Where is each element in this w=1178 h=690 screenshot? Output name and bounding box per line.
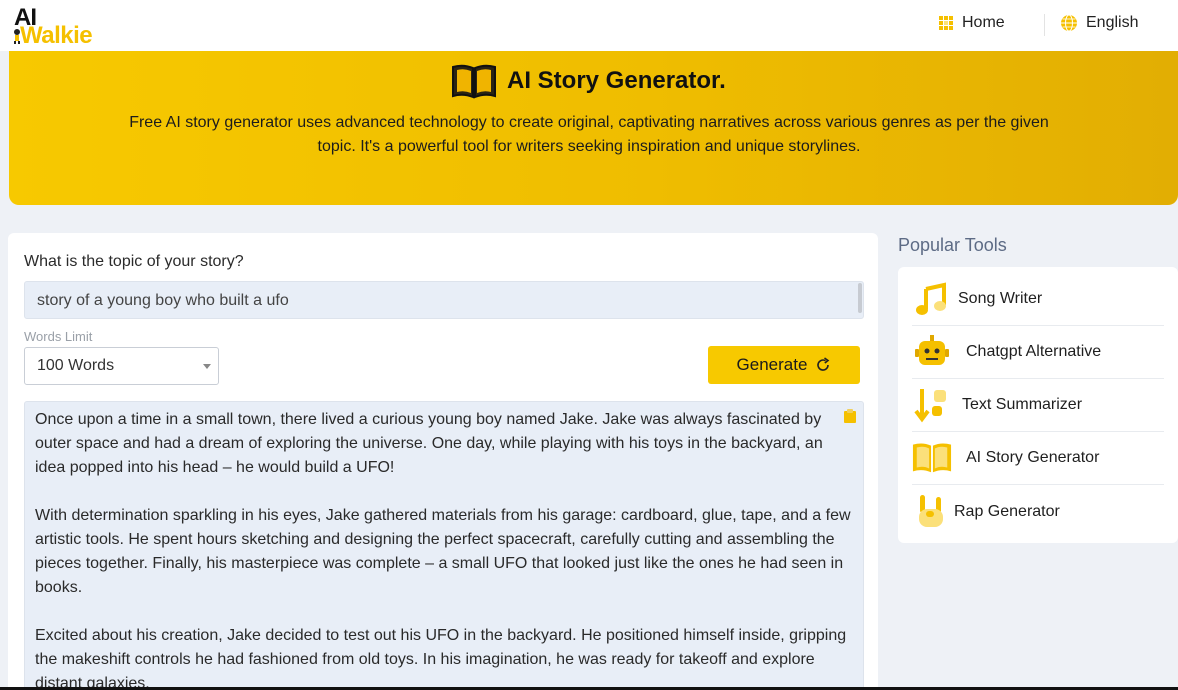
music-note-icon: [912, 279, 952, 319]
words-limit-label: Words Limit: [24, 329, 93, 344]
words-limit-value: 100 Words: [37, 357, 115, 374]
rock-hand-icon: [912, 492, 952, 532]
summarize-icon: [912, 385, 952, 425]
robot-icon: [912, 332, 952, 372]
tool-ai-story-generator[interactable]: AI Story Generator: [912, 432, 1164, 485]
generate-label: Generate: [736, 355, 808, 374]
story-paragraph: Excited about his creation, Jake decided…: [35, 627, 847, 690]
tool-song-writer[interactable]: Song Writer: [912, 273, 1164, 326]
tool-label: Song Writer: [958, 290, 1043, 307]
top-nav-bar: AI Walkie Home English: [0, 0, 1178, 51]
refresh-icon: [817, 357, 830, 371]
chevron-down-icon: [203, 364, 211, 369]
tool-label: Rap Generator: [954, 502, 1060, 520]
logo-walkie-text: Walkie: [20, 22, 93, 49]
story-generator-form: What is the topic of your story? story o…: [8, 233, 878, 690]
globe-icon: [1061, 14, 1077, 32]
popular-tools-list: Song Writer Chatgpt Alternative Text Sum…: [898, 267, 1178, 543]
generate-button[interactable]: Generate: [708, 346, 860, 384]
nav-home-link[interactable]: Home: [938, 14, 1005, 32]
copy-icon[interactable]: [843, 408, 857, 424]
story-paragraph: Once upon a time in a small town, there …: [35, 411, 823, 476]
hero-description: Free AI story generator uses advanced te…: [129, 114, 1049, 155]
popular-tools-title: Popular Tools: [898, 235, 1007, 255]
words-limit-select[interactable]: 100 Words: [24, 347, 219, 385]
book-icon: [912, 438, 952, 478]
story-paragraph: With determination sparkling in his eyes…: [35, 507, 851, 596]
hero-title-row: AI Story Generator.: [451, 63, 726, 99]
aiwalkie-logo[interactable]: AI Walkie: [12, 4, 104, 49]
grid-icon: [939, 16, 953, 30]
topic-input[interactable]: story of a young boy who built a ufo: [24, 281, 864, 319]
topic-label: What is the topic of your story?: [24, 253, 244, 270]
tool-label: Text Summarizer: [962, 396, 1083, 413]
hero-banner: AI Story Generator. Free AI story genera…: [9, 51, 1178, 205]
book-icon: [452, 64, 496, 99]
tool-label: AI Story Generator: [966, 449, 1100, 466]
tool-rap-generator[interactable]: Rap Generator: [912, 485, 1164, 538]
nav-home-label: Home: [962, 14, 1005, 31]
story-output[interactable]: Once upon a time in a small town, there …: [24, 401, 864, 690]
nav-divider: [1044, 14, 1045, 36]
language-label: English: [1086, 14, 1139, 31]
topic-scrollbar[interactable]: [858, 283, 862, 313]
tool-text-summarizer[interactable]: Text Summarizer: [912, 379, 1164, 432]
tool-label: Chatgpt Alternative: [966, 343, 1102, 360]
language-selector[interactable]: English: [1060, 14, 1138, 32]
tool-chatgpt-alternative[interactable]: Chatgpt Alternative: [912, 326, 1164, 379]
page-title: AI Story Generator.: [507, 67, 726, 94]
